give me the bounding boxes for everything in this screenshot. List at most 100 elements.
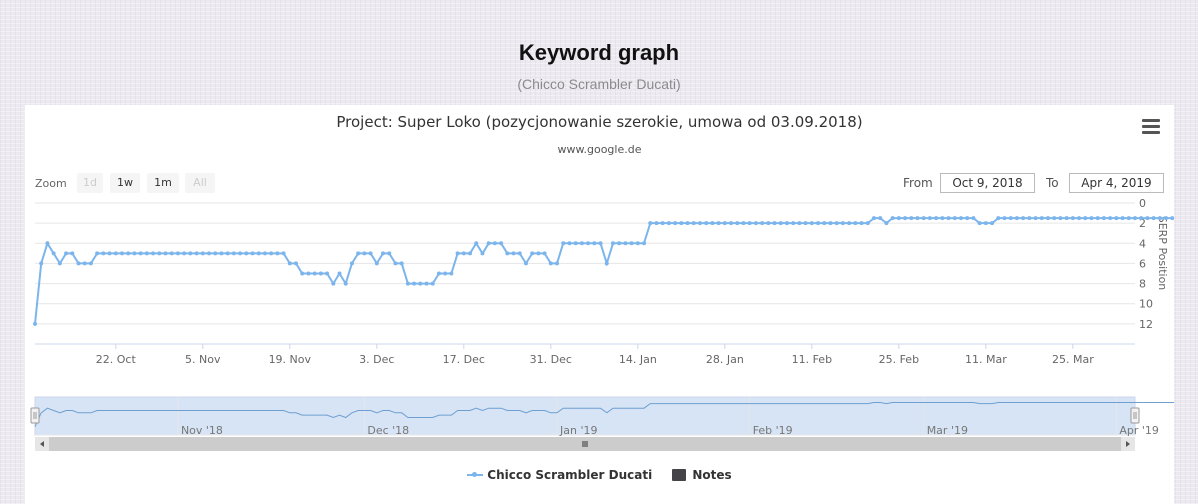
data-point [1039,216,1044,221]
x-tick-label: 31. Dec [530,353,572,366]
data-point [262,251,267,256]
data-point [200,251,205,256]
data-point [915,216,920,221]
data-point [1089,216,1094,221]
data-point [530,251,535,256]
data-point [642,241,647,246]
grid [35,202,1135,325]
data-point [219,251,224,256]
data-point [151,251,156,256]
data-point [977,221,982,226]
data-point [952,216,957,221]
data-point [865,221,870,226]
data-point [909,216,914,221]
data-point [1002,216,1007,221]
data-point [175,251,180,256]
data-point [468,251,473,256]
data-point [934,216,939,221]
data-point [648,221,653,226]
data-point [88,261,93,266]
data-point [1014,216,1019,221]
data-point [387,251,392,256]
data-point [1070,216,1075,221]
data-point [1108,216,1113,221]
data-point [1027,216,1032,221]
data-point [188,251,193,256]
navigator-tick-label: Nov '18 [181,424,223,437]
data-point [847,221,852,226]
data-point [294,261,299,266]
y-tick-label: 10 [1139,298,1153,311]
data-point [679,221,684,226]
data-point [598,241,603,246]
x-tick-label: 14. Jan [619,353,657,366]
data-point [579,241,584,246]
data-point [356,251,361,256]
data-point [51,251,56,256]
data-point [76,261,81,266]
data-point [567,241,572,246]
data-point [983,221,988,226]
data-point [542,251,547,256]
page-title: Keyword graph [518,40,680,65]
data-point [797,221,802,226]
data-point [592,241,597,246]
legend-notes-label: Notes [692,467,732,482]
data-point [617,241,622,246]
data-point [666,221,671,226]
data-point [256,251,261,256]
data-point [207,251,212,256]
data-point [64,251,69,256]
data-point [486,241,491,246]
data-point [586,241,591,246]
navigator[interactable]: Nov '18 Dec '18 Jan '19 Feb '19 Mar '19 Apr '… [30,396,1174,451]
data-point [1164,216,1169,221]
data-point [1008,216,1013,221]
chart-card: Project: Super Loko (pozycjonowanie szer… [25,105,1174,504]
data-point [1114,216,1119,221]
data-point [766,221,771,226]
data-point [685,221,690,226]
data-point [449,271,454,276]
y-axis-title: SERP Position [1156,216,1169,291]
data-point [424,281,429,286]
data-point [82,261,87,266]
data-point [654,221,659,226]
legend-item-notes[interactable]: Notes [672,467,732,482]
data-point [405,281,410,286]
data-point [809,221,814,226]
data-point [1170,216,1174,221]
x-tick-label: 25. Mar [1052,353,1094,366]
data-point [244,251,249,256]
data-point [629,241,634,246]
data-point [1045,216,1050,221]
data-point [1120,216,1125,221]
navigator-tick-label: Jan '19 [559,424,597,437]
x-tick-label: 19. Nov [269,353,312,366]
data-point [822,221,827,226]
navigator-right-handle [1130,407,1140,424]
data-point [1157,216,1162,221]
data-point [269,251,274,256]
data-point [604,261,609,266]
y-tick-label: 0 [1139,197,1146,210]
navigator-left-handle [30,407,40,424]
data-point [480,251,485,256]
data-point [903,216,908,221]
data-point [1052,216,1057,221]
y-tick-label: 6 [1139,257,1146,270]
data-point [704,221,709,226]
data-point [138,251,143,256]
data-point [287,261,292,266]
data-point [517,251,522,256]
data-point [275,251,280,256]
data-point [753,221,758,226]
legend-item-series[interactable]: Chicco Scrambler Ducati [467,468,652,482]
data-point [511,251,516,256]
data-point [325,271,330,276]
series-line-icon [467,472,484,477]
x-tick-label: 22. Oct [96,353,137,366]
x-axis: 22. Oct 5. Nov 19. Nov 3. Dec 17. Dec 31. Dec… [35,343,1135,366]
data-point [990,221,995,226]
data-point [1139,216,1144,221]
